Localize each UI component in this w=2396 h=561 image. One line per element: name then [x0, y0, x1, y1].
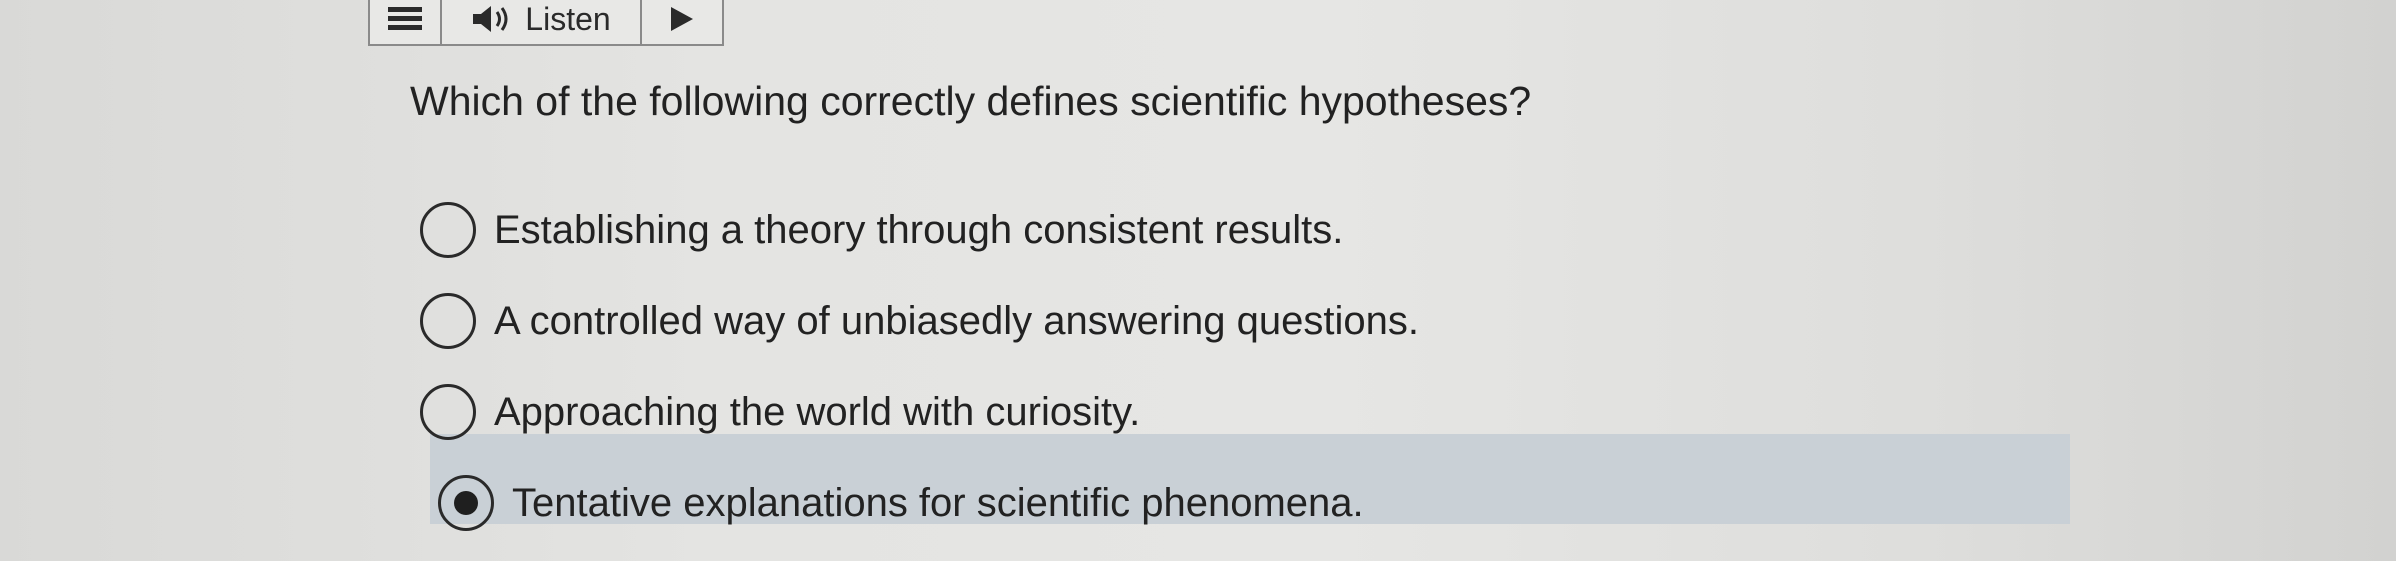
listen-button[interactable]: Listen	[442, 0, 642, 44]
answer-option-3[interactable]: Approaching the world with curiosity.	[420, 375, 1140, 449]
answer-option-1[interactable]: Establishing a theory through consistent…	[420, 193, 1343, 267]
answer-option-label: A controlled way of unbiasedly answering…	[494, 298, 1419, 343]
radio-button-unselected[interactable]	[420, 293, 476, 349]
answer-option-4[interactable]: Tentative explanations for scientific ph…	[438, 466, 1364, 540]
radio-button-unselected[interactable]	[420, 384, 476, 440]
answer-option-label: Tentative explanations for scientific ph…	[512, 480, 1364, 525]
menu-lines-icon	[388, 7, 422, 30]
listen-label: Listen	[525, 0, 611, 37]
read-aloud-toolbar: Listen	[368, 0, 724, 46]
radio-button-unselected[interactable]	[420, 202, 476, 258]
play-button[interactable]	[642, 0, 722, 44]
radio-selected-dot	[454, 491, 478, 515]
question-text: Which of the following correctly defines…	[410, 78, 1532, 124]
answer-option-label: Establishing a theory through consistent…	[494, 207, 1344, 252]
radio-button-selected[interactable]	[438, 475, 494, 531]
answer-option-2[interactable]: A controlled way of unbiasedly answering…	[420, 284, 1419, 358]
speaker-icon	[473, 6, 508, 32]
answer-option-label: Approaching the world with curiosity.	[494, 389, 1141, 434]
play-triangle-icon	[671, 7, 693, 31]
menu-button[interactable]	[370, 0, 442, 44]
